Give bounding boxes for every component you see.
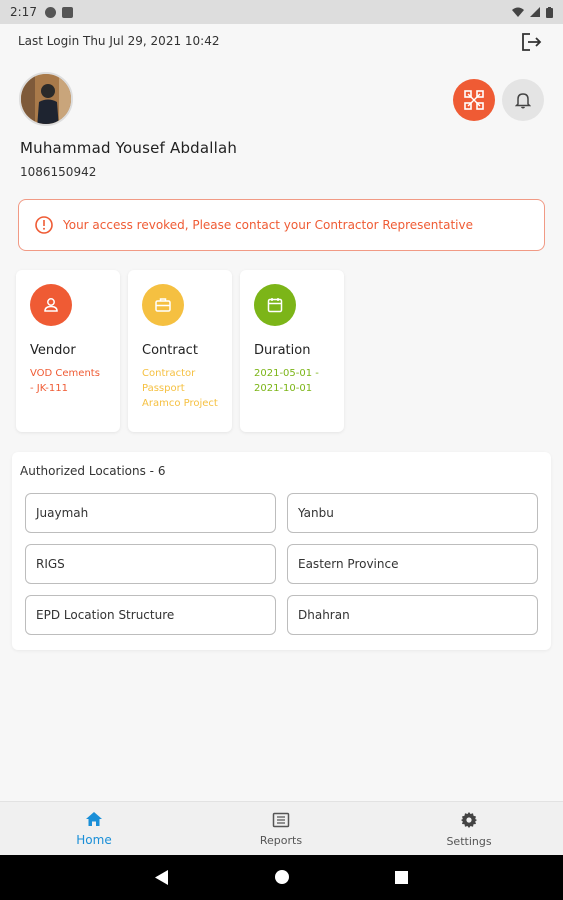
nav-settings[interactable]: Settings <box>409 802 529 856</box>
home-system-icon[interactable] <box>275 870 289 884</box>
location-chip[interactable]: EPD Location Structure <box>25 595 276 635</box>
gear-icon <box>461 811 477 828</box>
location-chip[interactable]: Yanbu <box>287 493 538 533</box>
status-time: 2:17 <box>10 5 37 19</box>
battery-icon <box>546 6 553 18</box>
person-icon <box>30 284 72 326</box>
calendar-icon <box>254 284 296 326</box>
home-icon <box>86 812 102 826</box>
contract-title: Contract <box>142 343 198 358</box>
info-icon <box>35 216 53 234</box>
wifi-icon <box>512 7 524 17</box>
vendor-card[interactable]: Vendor VOD Cements - JK-111 <box>16 270 120 432</box>
locations-title: Authorized Locations - 6 <box>20 464 166 478</box>
avatar-photo <box>21 74 71 124</box>
access-revoked-alert: Your access revoked, Please contact your… <box>18 199 545 251</box>
nav-reports-label: Reports <box>259 833 303 847</box>
nav-home-label: Home <box>76 833 112 847</box>
duration-value: 2021-05-01 - 2021-10-01 <box>254 368 319 394</box>
contract-card[interactable]: Contract Contractor Passport Aramco Proj… <box>128 270 232 432</box>
duration-title: Duration <box>254 343 311 358</box>
nav-home[interactable]: Home <box>34 802 154 856</box>
contract-value: Contractor Passport Aramco Project <box>142 368 218 409</box>
duration-card[interactable]: Duration 2021-05-01 - 2021-10-01 <box>240 270 344 432</box>
bell-icon <box>515 93 531 109</box>
sd-card-icon <box>61 6 73 18</box>
nav-reports[interactable]: Reports <box>221 802 341 856</box>
notifications-button[interactable] <box>502 79 544 121</box>
authorized-locations-panel: Authorized Locations - 6 Juaymah Yanbu R… <box>12 452 551 650</box>
signal-icon <box>530 7 540 17</box>
location-chip[interactable]: Juaymah <box>25 493 276 533</box>
back-icon[interactable] <box>155 870 169 885</box>
location-chip[interactable]: RIGS <box>25 544 276 584</box>
bottom-navigation: Home Reports Settings <box>0 801 563 855</box>
recents-icon[interactable] <box>395 871 408 884</box>
notification-icon <box>44 6 56 18</box>
user-id: 1086150942 <box>20 165 97 179</box>
qr-code-icon <box>464 90 484 110</box>
user-name: Muhammad Yousef Abdallah <box>20 139 238 157</box>
location-chip[interactable]: Dhahran <box>287 595 538 635</box>
last-login-text: Last Login Thu Jul 29, 2021 10:42 <box>18 34 220 48</box>
avatar <box>19 72 73 126</box>
nav-settings-label: Settings <box>446 834 492 848</box>
system-navigation-bar <box>0 855 563 900</box>
location-chip[interactable]: Eastern Province <box>287 544 538 584</box>
reports-icon <box>272 812 290 827</box>
logout-icon[interactable] <box>521 32 543 52</box>
vendor-value: VOD Cements - JK-111 <box>30 368 100 394</box>
qr-code-button[interactable] <box>453 79 495 121</box>
alert-message: Your access revoked, Please contact your… <box>63 218 473 232</box>
status-bar: 2:17 <box>0 0 563 24</box>
vendor-title: Vendor <box>30 343 76 358</box>
briefcase-icon <box>142 284 184 326</box>
